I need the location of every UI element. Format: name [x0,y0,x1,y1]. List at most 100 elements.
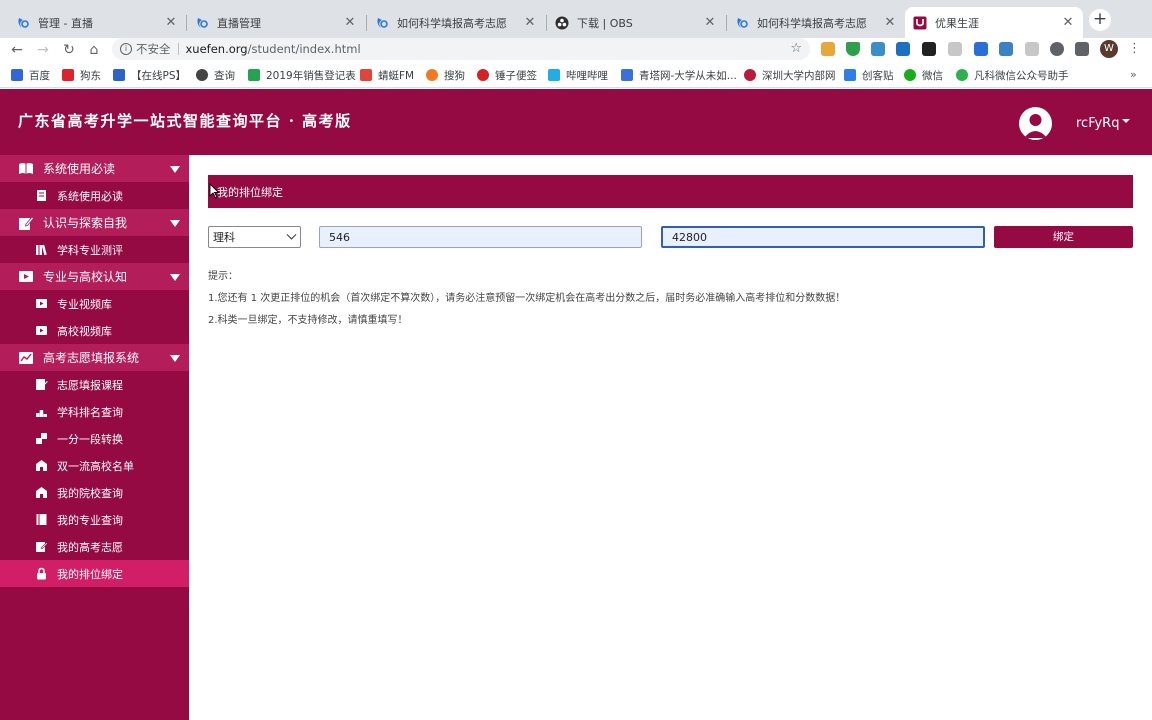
sidebar-item-double-first-class[interactable]: 双一流高校名单 [0,452,189,479]
close-icon[interactable]: ✕ [703,15,717,30]
back-arrow-icon[interactable]: ← [8,41,26,59]
chevron-down-icon [286,229,297,240]
extension-p-icon[interactable] [974,42,988,56]
info-icon[interactable]: i [120,43,132,55]
sidebar-item-application-course[interactable]: 志愿填报课程 [0,371,189,398]
extension-screen-icon[interactable] [999,42,1013,56]
bookmark-item[interactable]: 百度 [11,68,50,82]
sidebar-item-major-videos[interactable]: 专业视频库 [0,290,189,317]
bookmark-star-icon[interactable]: ☆ [790,41,802,56]
browser-tab[interactable]: 直播管理 ✕ [187,7,365,38]
close-icon[interactable]: ✕ [343,15,357,30]
film-icon [36,299,47,308]
obs-icon [555,16,569,30]
url-path: /student/index.html [247,42,361,56]
bookmark-item[interactable]: 深圳大学内部网 [744,68,836,82]
user-avatar[interactable] [1019,107,1052,140]
chevron-down-icon[interactable] [1122,119,1130,123]
bookmark-item[interactable]: 创客贴 [844,68,894,82]
profile-avatar[interactable]: W [1100,40,1118,58]
close-icon[interactable]: ✕ [523,15,537,30]
extension-folder-icon[interactable] [821,42,835,56]
youguo-icon [913,16,927,30]
media-queue-icon[interactable] [1075,42,1089,56]
caret-down-icon [170,274,180,281]
bookmark-item[interactable]: 2019年销售登记表 [248,68,356,82]
sidebar-item-college-videos[interactable]: 高校视频库 [0,317,189,344]
blue-swirl-icon [195,16,209,30]
extension-camera-icon[interactable] [1025,42,1039,56]
extension-download-icon[interactable] [948,42,962,56]
sidebar-item-subject-ranking[interactable]: 学科排名查询 [0,398,189,425]
sidebar-item-score-conversion[interactable]: 一分一段转换 [0,425,189,452]
sidebar: 系统使用必读 系统使用必读 认识与探索自我 学科专业测评 专业与高校认知 专业视… [0,155,189,720]
bookmark-item[interactable]: 哔哩哔哩 [548,68,608,82]
extension-s-icon[interactable] [871,42,885,56]
sidebar-item-subject-assessment[interactable]: 学科专业测评 [0,236,189,263]
sidebar-item-my-college-query[interactable]: 我的院校查询 [0,479,189,506]
sidebar-item-my-rank-binding[interactable]: 我的排位绑定 [0,560,189,587]
bilibili-icon [548,69,560,81]
bookmarks-overflow[interactable]: » [1130,68,1137,81]
panel-title: 我的排位绑定 [208,175,1133,208]
bookmark-item[interactable]: 微信 [904,68,943,82]
sogou-icon [426,69,438,81]
username[interactable]: rcFyRq [1076,116,1119,131]
bookmark-item[interactable]: 狗东 [62,68,101,82]
jd-icon [62,69,74,81]
menu-kebab-icon[interactable]: ⋮ [1128,41,1141,56]
sidebar-item-system-guide[interactable]: 系统使用必读 [0,182,189,209]
school-icon [36,487,47,498]
bookmark-item[interactable]: 凡科微信公众号助手 [956,68,1069,82]
close-icon[interactable]: ✕ [1061,15,1075,30]
sidebar-item-my-applications[interactable]: 我的高考志愿 [0,533,189,560]
close-icon[interactable]: ✕ [164,15,178,30]
extension-chat-icon[interactable] [922,42,936,56]
bind-button[interactable]: 绑定 [994,226,1133,248]
close-icon[interactable]: ✕ [883,15,897,30]
extension-shield-icon[interactable] [846,42,860,56]
caret-down-icon [170,166,180,173]
sidebar-section-self-explore[interactable]: 认识与探索自我 [0,209,189,236]
browser-tab[interactable]: 管理 - 直播 ✕ [8,7,186,38]
bookmark-item[interactable]: 青塔网-大学从未如... [621,68,737,82]
new-tab-button[interactable]: + [1089,9,1111,31]
tip-line: 2.科类一旦绑定，不支持修改，请慎重填写！ [208,315,408,326]
subject-select[interactable]: 理科 [208,226,301,248]
blue-swirl-icon [16,16,30,30]
sidebar-section-application-system[interactable]: 高考志愿填报系统 [0,344,189,371]
bookmark-item[interactable]: 搜狗 [426,68,465,82]
bookmark-item[interactable]: 查询 [196,68,235,82]
sidebar-section-major-college[interactable]: 专业与高校认知 [0,263,189,290]
extension-translate-icon[interactable] [896,42,910,56]
course-icon [36,379,48,390]
sidebar-section-system-guide[interactable]: 系统使用必读 [0,155,189,182]
home-icon[interactable]: ⌂ [85,41,103,59]
address-bar[interactable]: i 不安全 xuefen.org/student/index.html ☆ [112,38,810,60]
wechat-icon [904,69,916,81]
ranking-icon [36,410,47,417]
bookmark-item[interactable]: 锤子便签 [477,68,537,82]
browser-toolbar: ← → ↻ ⌂ i 不安全 xuefen.org/student/index.h… [0,38,1152,62]
rank-input[interactable]: 42800 [661,226,985,248]
reload-icon[interactable]: ↻ [60,41,78,59]
szu-icon [744,69,756,81]
sidebar-item-my-major-query[interactable]: 我的专业查询 [0,506,189,533]
browser-tab[interactable]: 如何科学填报高考志愿 ✕ [727,7,905,38]
browser-tab-active[interactable]: 优果生涯 ✕ [905,7,1083,38]
tab-title: 如何科学填报高考志愿 [757,16,867,30]
edit-icon [19,215,34,230]
bookmark-item[interactable]: 蜻蜓FM [360,68,414,82]
browser-tab[interactable]: 如何科学填报高考志愿 ✕ [367,7,545,38]
tip-line: 1.您还有 1 次更正排位的机会（首次绑定不算次数），请务必注意预留一次绑定机会… [208,293,846,304]
blue-swirl-icon [375,16,389,30]
convert-icon [36,433,47,444]
sheets-icon [248,69,260,81]
extensions-puzzle-icon[interactable] [1050,42,1064,56]
app-header: 广东省高考升学一站式智能查询平台 · 高考版 rcFyRq [0,89,1152,155]
score-input[interactable]: 546 [319,226,642,248]
bookmark-item[interactable]: 【在线PS】 [113,68,186,82]
browser-tab[interactable]: 下载 | OBS ✕ [547,7,725,38]
book-icon [19,162,33,174]
forward-arrow-icon[interactable]: → [34,41,52,59]
